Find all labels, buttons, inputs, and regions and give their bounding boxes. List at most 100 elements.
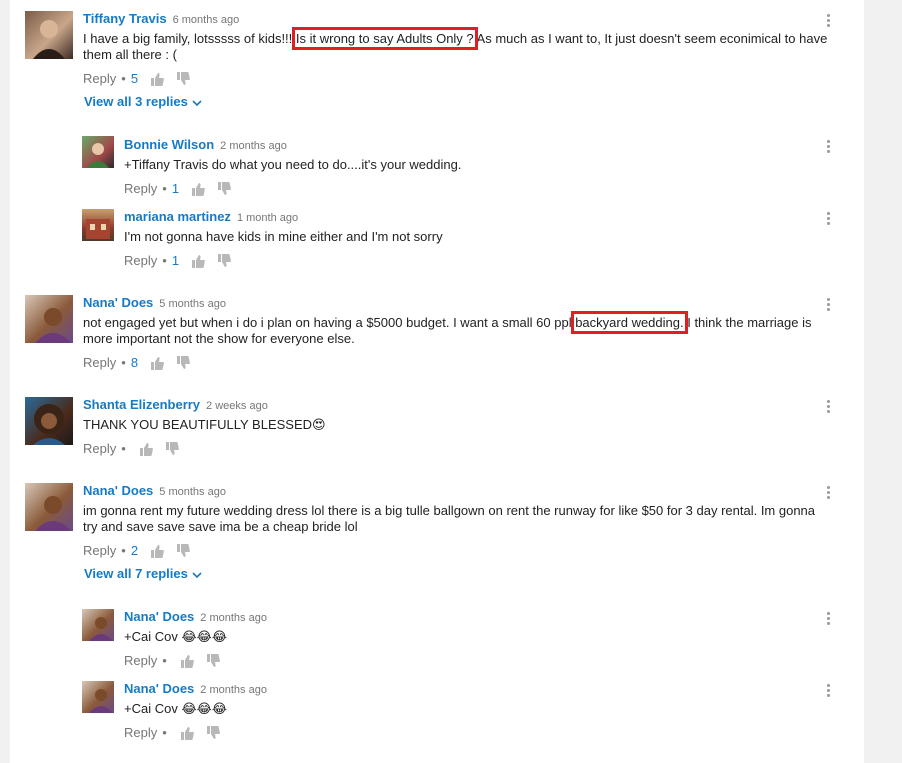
reply-time[interactable]: 1 month ago [237,212,298,224]
view-replies-label: View all 7 replies [84,566,188,581]
thumbs-down-icon[interactable] [217,254,231,268]
view-replies-button[interactable]: View all 3 replies [84,94,202,110]
reply-actions: Reply • 1 [124,181,243,197]
separator: • [162,725,167,740]
reply-author[interactable]: mariana martinez [124,209,231,224]
reply-text: I'm not gonna have kids in mine either a… [124,229,443,244]
thumbs-up-icon[interactable] [150,356,164,370]
reply-author[interactable]: Nana' Does [124,681,194,696]
reply-text: +Cai Cov 😂😂😂 [124,701,228,716]
thumbs-down-icon[interactable] [165,442,179,456]
thumbs-up-icon[interactable] [191,182,205,196]
avatar[interactable] [82,609,114,641]
like-count: 8 [130,355,139,370]
avatar-image [89,689,113,713]
comment-text: not engaged yet but when i do i plan on … [83,311,828,347]
reply-header: Nana' Does 2 months ago [124,609,267,626]
comment-author[interactable]: Shanta Elizenberry [83,397,200,412]
avatar-image [35,496,71,531]
thumbs-down-icon[interactable] [176,356,190,370]
reply-time[interactable]: 2 months ago [200,612,267,624]
thumbs-down-icon[interactable] [206,654,220,668]
comment-actions: Reply • 8 [83,355,202,371]
reply-author[interactable]: Nana' Does [124,609,194,624]
separator: • [162,181,167,196]
avatar[interactable] [82,136,114,168]
more-options-icon[interactable] [825,140,831,156]
separator: • [121,543,126,558]
thumbs-up-icon[interactable] [150,72,164,86]
comment-text-part: I have a big family, lotsssss of kids!!! [83,31,296,46]
reply-button[interactable]: Reply [124,725,157,741]
comment-time[interactable]: 6 months ago [173,14,240,26]
more-options-icon[interactable] [825,400,831,416]
avatar-image [33,404,65,445]
reply-button[interactable]: Reply [124,253,157,269]
comment-time[interactable]: 2 weeks ago [206,400,268,412]
comment-author[interactable]: Nana' Does [83,483,153,498]
comment-actions: Reply • 5 [83,71,202,87]
avatar-image [35,308,71,343]
comment-actions: Reply • 2 [83,543,202,559]
avatar[interactable] [25,11,73,59]
avatar[interactable] [82,681,114,713]
highlight-box: Is it wrong to say Adults Only ? [291,27,478,50]
comment-author[interactable]: Tiffany Travis [83,11,167,26]
more-options-icon[interactable] [825,212,831,228]
thumbs-down-icon[interactable] [217,182,231,196]
avatar[interactable] [82,209,114,241]
comment-header: Nana' Does 5 months ago [83,295,226,312]
avatar[interactable] [25,295,73,343]
avatar-image [87,143,109,168]
reply-button[interactable]: Reply [124,181,157,197]
reply-time[interactable]: 2 months ago [200,684,267,696]
like-count: 2 [130,543,139,558]
view-replies-button[interactable]: View all 7 replies [84,566,202,582]
comment-author[interactable]: Nana' Does [83,295,153,310]
chevron-down-icon [192,571,202,578]
more-options-icon[interactable] [825,612,831,628]
comment-text: I have a big family, lotsssss of kids!!!… [83,27,828,63]
reply-button[interactable]: Reply [124,653,157,669]
more-options-icon[interactable] [825,298,831,314]
comment-text: THANK YOU BEAUTIFULLY BLESSED😍 [83,417,326,432]
comment-actions: Reply • [83,441,191,457]
thumbs-up-icon[interactable] [180,726,194,740]
more-options-icon[interactable] [825,684,831,700]
separator: • [162,253,167,268]
thumbs-up-icon[interactable] [180,654,194,668]
reply-text: +Tiffany Travis do what you need to do..… [124,157,462,172]
reply-button[interactable]: Reply [83,71,116,87]
reply-button[interactable]: Reply [83,543,116,559]
like-count: 1 [171,253,180,268]
avatar[interactable] [25,397,73,445]
more-options-icon[interactable] [825,14,831,30]
thumbs-up-icon[interactable] [150,544,164,558]
separator: • [162,653,167,668]
comment-text: im gonna rent my future wedding dress lo… [83,503,816,534]
reply-button[interactable]: Reply [83,355,116,371]
more-options-icon[interactable] [825,486,831,502]
separator: • [121,355,126,370]
thumbs-down-icon[interactable] [206,726,220,740]
avatar-image [89,617,113,641]
comment-header: Shanta Elizenberry 2 weeks ago [83,397,268,414]
reply-actions: Reply • [124,653,232,669]
thumbs-up-icon[interactable] [191,254,205,268]
reply-header: Nana' Does 2 months ago [124,681,267,698]
comment-time[interactable]: 5 months ago [159,486,226,498]
chevron-down-icon [192,99,202,106]
reply-actions: Reply • [124,725,232,741]
thumbs-down-icon[interactable] [176,72,190,86]
avatar-image [33,20,65,59]
reply-button[interactable]: Reply [83,441,116,457]
thumbs-down-icon[interactable] [176,544,190,558]
reply-author[interactable]: Bonnie Wilson [124,137,214,152]
reply-actions: Reply • 1 [124,253,243,269]
avatar[interactable] [25,483,73,531]
comment-time[interactable]: 5 months ago [159,298,226,310]
highlight-box: backyard wedding. [571,311,688,334]
reply-time[interactable]: 2 months ago [220,140,287,152]
reply-header: mariana martinez 1 month ago [124,209,298,226]
thumbs-up-icon[interactable] [139,442,153,456]
